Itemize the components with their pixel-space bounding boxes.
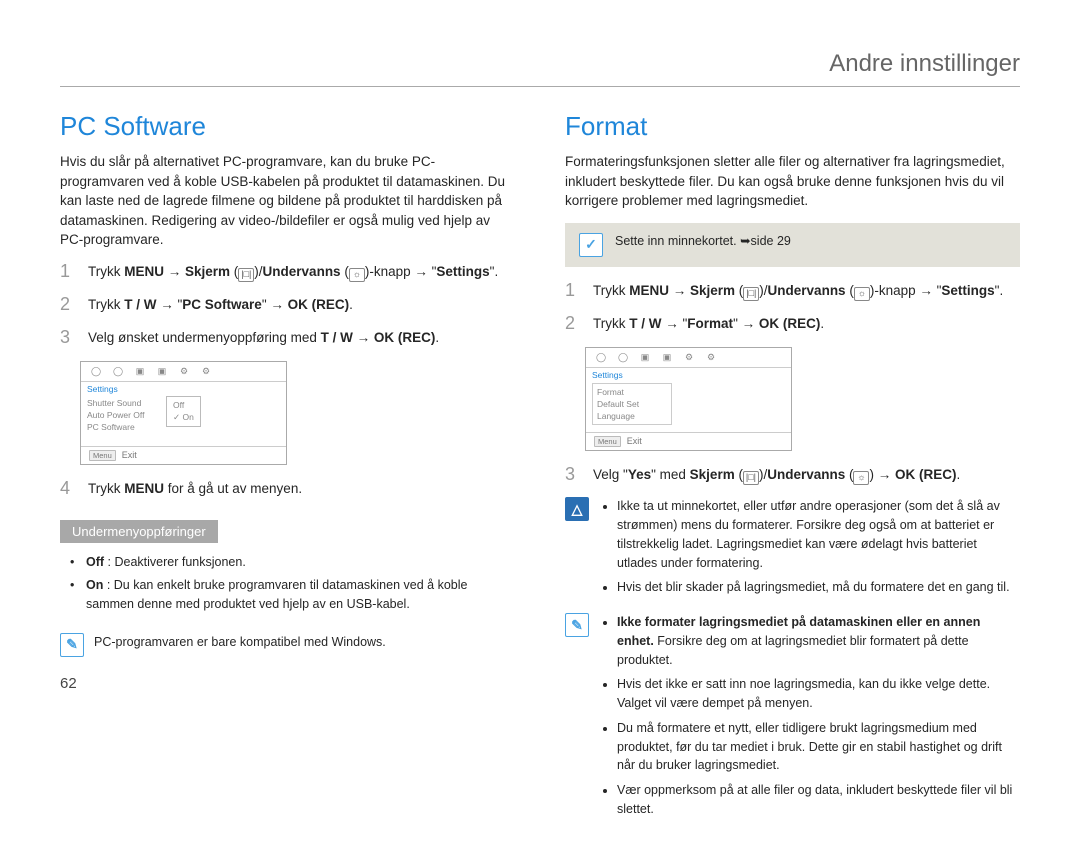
list-item: Ikke formater lagringsmediet på datamask…	[617, 613, 1020, 669]
step-number: 2	[60, 295, 76, 316]
list-item: •Off : Deaktiverer funksjonen.	[70, 553, 511, 572]
callout-box: ✓ Sette inn minnekortet. ➥side 29	[565, 223, 1020, 267]
menu-pill: Menu	[89, 450, 116, 461]
popup-row: Off	[173, 399, 194, 412]
warning-row: △ Ikke ta ut minnekortet, eller utfør an…	[565, 497, 1020, 603]
section-title-pc-software: PC Software	[60, 111, 515, 142]
list-item: Vær oppmerksom på at alle filer og data,…	[617, 781, 1020, 819]
thumb-foot: Menu Exit	[586, 432, 791, 450]
lcd-thumbnail-format: ◯◯▣▣⚙⚙ Settings Format Default Set Langu…	[585, 347, 792, 451]
display-icon: |□|	[238, 268, 254, 282]
step-4: 4 Trykk MENU for å gå ut av menyen.	[60, 479, 515, 500]
step-3: 3 Velg ønsket undermenyoppføring med T /…	[60, 328, 515, 349]
list-item: Du må formatere et nytt, eller tidligere…	[617, 719, 1020, 775]
step-text: Trykk MENU → Skjerm (|□|)/Undervanns (☼)…	[88, 262, 515, 283]
step-3: 3 Velg "Yes" med Skjerm (|□|)/Undervanns…	[565, 465, 1020, 486]
step-text: Trykk MENU → Skjerm (|□|)/Undervanns (☼)…	[593, 281, 1020, 302]
submenu-list: •Off : Deaktiverer funksjonen. •On : Du …	[60, 553, 515, 623]
underwater-icon: ☼	[854, 287, 870, 301]
step-text: Velg "Yes" med Skjerm (|□|)/Undervanns (…	[593, 465, 1020, 486]
list-item: Ikke ta ut minnekortet, eller utfør andr…	[617, 497, 1020, 572]
callout-text: Sette inn minnekortet. ➥side 29	[615, 233, 791, 248]
thumb-row: Format	[597, 386, 667, 398]
lcd-thumbnail-pc-software: ◯◯▣▣⚙⚙ Settings Shutter Sound Auto Power…	[80, 361, 287, 465]
step-text: Velg ønsket undermenyoppføring med T / W…	[88, 328, 515, 349]
step-number: 3	[565, 465, 581, 486]
right-column: Format Formateringsfunksjonen sletter al…	[565, 111, 1020, 825]
menu-pill: Menu	[594, 436, 621, 447]
note-text: PC-programvaren er bare kompatibel med W…	[94, 633, 386, 657]
thumb-exit-label: Exit	[122, 450, 137, 460]
check-icon: ✓	[579, 233, 603, 257]
note-icon: ✎	[565, 613, 589, 637]
thumb-icon-row: ◯◯▣▣⚙⚙	[81, 362, 286, 382]
step-number: 1	[565, 281, 581, 302]
thumb-row: Language	[597, 410, 667, 422]
content-columns: PC Software Hvis du slår på alternativet…	[60, 111, 1020, 825]
note-row: ✎ PC-programvaren er bare kompatibel med…	[60, 633, 515, 657]
submenu-header: Undermenyoppføringer	[60, 520, 218, 543]
page-header: Andre innstillinger	[60, 50, 1020, 87]
thumb-header: Settings	[87, 384, 280, 394]
intro-text: Formateringsfunksjonen sletter alle file…	[565, 152, 1020, 211]
list-item: •On : Du kan enkelt bruke programvaren t…	[70, 576, 511, 615]
left-column: PC Software Hvis du slår på alternativet…	[60, 111, 515, 825]
thumb-icon-row: ◯◯▣▣⚙⚙	[586, 348, 791, 368]
thumb-exit-label: Exit	[627, 436, 642, 446]
warning-list: Ikke ta ut minnekortet, eller utfør andr…	[599, 497, 1020, 603]
step-1: 1 Trykk MENU → Skjerm (|□|)/Undervanns (…	[565, 281, 1020, 302]
step-number: 1	[60, 262, 76, 283]
step-1: 1 Trykk MENU → Skjerm (|□|)/Undervanns (…	[60, 262, 515, 283]
manual-page: Andre innstillinger PC Software Hvis du …	[0, 0, 1080, 865]
note-icon: ✎	[60, 633, 84, 657]
section-title-format: Format	[565, 111, 1020, 142]
intro-text: Hvis du slår på alternativet PC-programv…	[60, 152, 515, 250]
step-2: 2 Trykk T / W → "PC Software" → OK (REC)…	[60, 295, 515, 316]
step-number: 2	[565, 314, 581, 335]
list-item: Hvis det ikke er satt inn noe lagringsme…	[617, 675, 1020, 713]
list-item: Hvis det blir skader på lagringsmediet, …	[617, 578, 1020, 597]
step-text: Trykk MENU for å gå ut av menyen.	[88, 479, 515, 500]
display-icon: |□|	[743, 287, 759, 301]
step-number: 4	[60, 479, 76, 500]
step-number: 3	[60, 328, 76, 349]
underwater-icon: ☼	[349, 268, 365, 282]
popup-row: ✓ On	[173, 411, 194, 424]
step-text: Trykk T / W → "Format" → OK (REC).	[593, 314, 1020, 335]
thumb-header: Settings	[592, 370, 785, 380]
warning-icon: △	[565, 497, 589, 521]
note-list: Ikke formater lagringsmediet på datamask…	[599, 613, 1020, 825]
thumb-row: Default Set	[597, 398, 667, 410]
thumb-popup: Off ✓ On	[166, 396, 201, 428]
step-2: 2 Trykk T / W → "Format" → OK (REC).	[565, 314, 1020, 335]
step-text: Trykk T / W → "PC Software" → OK (REC).	[88, 295, 515, 316]
underwater-icon: ☼	[853, 471, 869, 485]
display-icon: |□|	[743, 471, 759, 485]
note-row: ✎ Ikke formater lagringsmediet på datama…	[565, 613, 1020, 825]
thumb-foot: Menu Exit	[81, 446, 286, 464]
page-number: 62	[60, 675, 515, 692]
